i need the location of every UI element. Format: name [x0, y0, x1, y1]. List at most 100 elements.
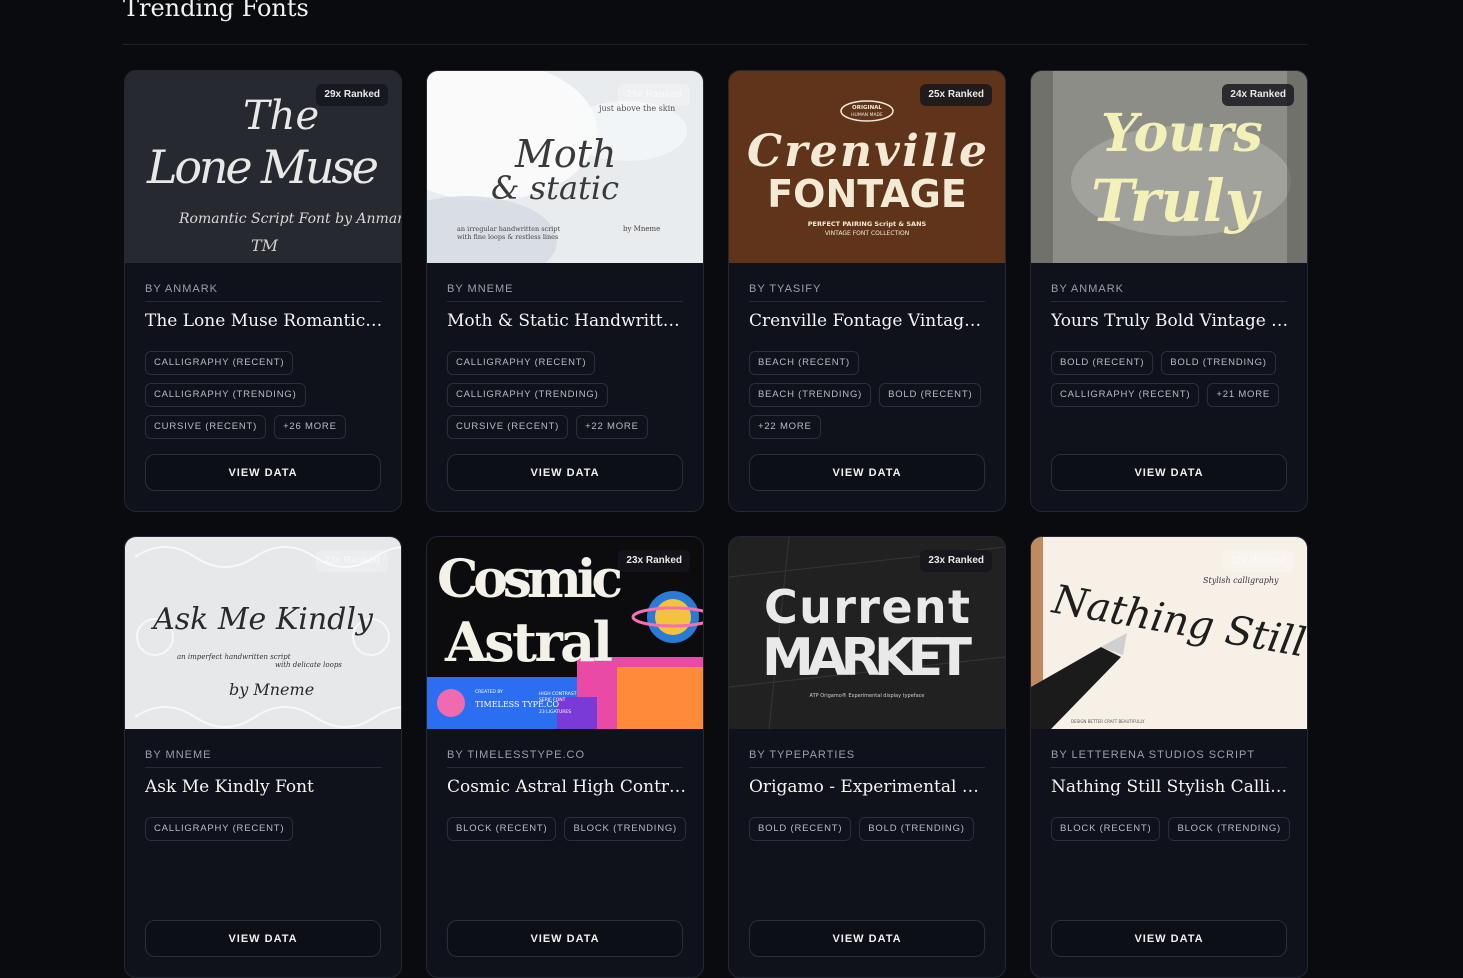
- font-card[interactable]: Yours Truly 24x Ranked BY ANMARK Yours T…: [1030, 70, 1308, 512]
- rank-badge: 22x Ranked: [1222, 550, 1294, 572]
- font-name[interactable]: Yours Truly Bold Vintage Script: [1051, 311, 1291, 331]
- tag-list: BOLD (RECENT) BOLD (TRENDING) CALLIGRAPH…: [1051, 351, 1291, 407]
- rank-badge: 23x Ranked: [618, 550, 690, 572]
- font-thumbnail[interactable]: just above the skin Moth & static an irr…: [427, 71, 703, 263]
- tag-list: CALLIGRAPHY (RECENT) CALLIGRAPHY (TRENDI…: [447, 351, 687, 439]
- tag[interactable]: BOLD (RECENT): [1051, 351, 1154, 375]
- svg-text:HIGH CONTRAST: HIGH CONTRAST: [539, 691, 577, 697]
- svg-text:CREATED BY: CREATED BY: [475, 689, 503, 695]
- tag-list: BOLD (RECENT) BOLD (TRENDING): [749, 817, 989, 841]
- tag[interactable]: CALLIGRAPHY (RECENT): [145, 351, 294, 375]
- svg-text:23 LIGATURES: 23 LIGATURES: [539, 709, 571, 715]
- tag[interactable]: CURSIVE (RECENT): [145, 415, 267, 439]
- tag[interactable]: CALLIGRAPHY (RECENT): [1051, 383, 1200, 407]
- svg-text:VINTAGE FONT COLLECTION: VINTAGE FONT COLLECTION: [825, 230, 909, 237]
- svg-text:SERIF FONT: SERIF FONT: [539, 697, 566, 703]
- svg-text:an imperfect handwritten scrip: an imperfect handwritten script: [177, 653, 291, 661]
- font-thumbnail[interactable]: Cosmic Astral CREATED BY TIMELESS TYPE.C…: [427, 537, 703, 729]
- tag[interactable]: CURSIVE (RECENT): [447, 415, 569, 439]
- svg-text:& static: & static: [491, 169, 619, 207]
- font-card[interactable]: The Lone Muse Romantic Script Font by An…: [124, 70, 402, 512]
- svg-text:Stylish calligraphy: Stylish calligraphy: [1203, 576, 1279, 585]
- author-label[interactable]: BY LETTERENA STUDIOS SCRIPT: [1051, 749, 1287, 768]
- font-thumbnail[interactable]: Yours Truly 24x Ranked: [1031, 71, 1307, 263]
- tag[interactable]: BOLD (TRENDING): [1161, 351, 1276, 375]
- view-data-button[interactable]: VIEW DATA: [749, 454, 985, 491]
- more-tags[interactable]: +22 MORE: [749, 415, 821, 439]
- svg-text:Ask Me Kindly: Ask Me Kindly: [150, 602, 374, 637]
- author-label[interactable]: BY MNEME: [447, 283, 683, 302]
- rank-badge: 23x Ranked: [316, 550, 388, 572]
- view-data-button[interactable]: VIEW DATA: [1051, 920, 1287, 957]
- view-data-button[interactable]: VIEW DATA: [145, 920, 381, 957]
- author-label[interactable]: BY ANMARK: [145, 283, 381, 302]
- more-tags[interactable]: +21 MORE: [1207, 383, 1280, 407]
- more-tags[interactable]: +26 MORE: [274, 415, 346, 439]
- svg-text:DESIGN BETTER CRAFT BEAUTIFULL: DESIGN BETTER CRAFT BEAUTIFULLY: [1071, 719, 1145, 724]
- view-data-button[interactable]: VIEW DATA: [749, 920, 985, 957]
- tag-list: BLOCK (RECENT) BLOCK (TRENDING): [447, 817, 687, 841]
- author-label[interactable]: BY TYPEPARTIES: [749, 749, 985, 768]
- font-name[interactable]: Cosmic Astral High Contrast Serif: [447, 777, 687, 797]
- svg-text:with fine loops & restless lin: with fine loops & restless lines: [457, 233, 558, 241]
- view-data-button[interactable]: VIEW DATA: [447, 920, 683, 957]
- font-name[interactable]: Origamo - Experimental Script: [749, 777, 989, 797]
- view-data-button[interactable]: VIEW DATA: [1051, 454, 1287, 491]
- more-tags[interactable]: +22 MORE: [576, 415, 648, 439]
- page-title: Trending Fonts: [123, 0, 309, 22]
- font-card[interactable]: Current MARKET ATP Origamo® Experimental…: [728, 536, 1006, 978]
- font-card[interactable]: ORIGINAL HUMAN MADE Crenville FONTAGE PE…: [728, 70, 1006, 512]
- font-thumbnail[interactable]: Nathing Still Stylish calligraphy DESIGN…: [1031, 537, 1307, 729]
- svg-text:TM: TM: [251, 236, 279, 255]
- author-label[interactable]: BY ANMARK: [1051, 283, 1287, 302]
- font-name[interactable]: Crenville Fontage Vintage Font: [749, 311, 989, 331]
- font-thumbnail[interactable]: ORIGINAL HUMAN MADE Crenville FONTAGE PE…: [729, 71, 1005, 263]
- svg-text:The: The: [243, 93, 319, 139]
- tag[interactable]: BEACH (RECENT): [749, 351, 859, 375]
- tag-list: BEACH (RECENT) BEACH (TRENDING) BOLD (RE…: [749, 351, 989, 439]
- view-data-button[interactable]: VIEW DATA: [145, 454, 381, 491]
- tag[interactable]: BOLD (TRENDING): [859, 817, 974, 841]
- tag[interactable]: BLOCK (RECENT): [1051, 817, 1161, 841]
- font-card[interactable]: Cosmic Astral CREATED BY TIMELESS TYPE.C…: [426, 536, 704, 978]
- svg-text:an irregular handwritten scrip: an irregular handwritten script: [457, 225, 561, 233]
- svg-text:by Mneme: by Mneme: [623, 225, 660, 233]
- font-name[interactable]: Moth & Static Handwritten Script: [447, 311, 687, 331]
- tag[interactable]: BLOCK (RECENT): [447, 817, 557, 841]
- svg-text:Truly: Truly: [1091, 167, 1263, 235]
- font-card[interactable]: Nathing Still Stylish calligraphy DESIGN…: [1030, 536, 1308, 978]
- tag[interactable]: CALLIGRAPHY (TRENDING): [447, 383, 608, 407]
- view-data-button[interactable]: VIEW DATA: [447, 454, 683, 491]
- rank-badge: 24x Ranked: [1222, 84, 1294, 106]
- svg-text:PERFECT PAIRING Script & SANS: PERFECT PAIRING Script & SANS: [808, 220, 927, 228]
- svg-text:Lone Muse: Lone Muse: [146, 140, 379, 194]
- svg-text:HUMAN MADE: HUMAN MADE: [851, 112, 883, 118]
- tag[interactable]: CALLIGRAPHY (RECENT): [447, 351, 596, 375]
- author-label[interactable]: BY MNEME: [145, 749, 381, 768]
- title-divider: [123, 44, 1308, 45]
- rank-badge: 25x Ranked: [920, 84, 992, 106]
- tag[interactable]: BOLD (RECENT): [879, 383, 982, 407]
- font-thumbnail[interactable]: Current MARKET ATP Origamo® Experimental…: [729, 537, 1005, 729]
- svg-text:Cosmic: Cosmic: [437, 549, 623, 610]
- tag[interactable]: CALLIGRAPHY (TRENDING): [145, 383, 306, 407]
- font-name[interactable]: Ask Me Kindly Font: [145, 777, 385, 797]
- font-thumbnail[interactable]: Ask Me Kindly an imperfect handwritten s…: [125, 537, 401, 729]
- font-card[interactable]: just above the skin Moth & static an irr…: [426, 70, 704, 512]
- tag[interactable]: BLOCK (TRENDING): [564, 817, 687, 841]
- tag-list: BLOCK (RECENT) BLOCK (TRENDING): [1051, 817, 1291, 841]
- tag[interactable]: BEACH (TRENDING): [749, 383, 872, 407]
- font-card[interactable]: Ask Me Kindly an imperfect handwritten s…: [124, 536, 402, 978]
- tag[interactable]: CALLIGRAPHY (RECENT): [145, 817, 294, 841]
- tag[interactable]: BLOCK (TRENDING): [1168, 817, 1291, 841]
- tag-list: CALLIGRAPHY (RECENT) CALLIGRAPHY (TRENDI…: [145, 351, 385, 439]
- svg-text:by Mneme: by Mneme: [229, 680, 314, 699]
- author-label[interactable]: BY TYASIFY: [749, 283, 985, 302]
- tag[interactable]: BOLD (RECENT): [749, 817, 852, 841]
- font-name[interactable]: The Lone Muse Romantic Script Font: [145, 311, 385, 331]
- svg-text:with delicate loops: with delicate loops: [275, 661, 342, 669]
- author-label[interactable]: BY TIMELESSTYPE.CO: [447, 749, 683, 768]
- svg-text:FONTAGE: FONTAGE: [767, 172, 967, 216]
- font-thumbnail[interactable]: The Lone Muse Romantic Script Font by An…: [125, 71, 401, 263]
- font-name[interactable]: Nathing Still Stylish Calligraphy: [1051, 777, 1291, 797]
